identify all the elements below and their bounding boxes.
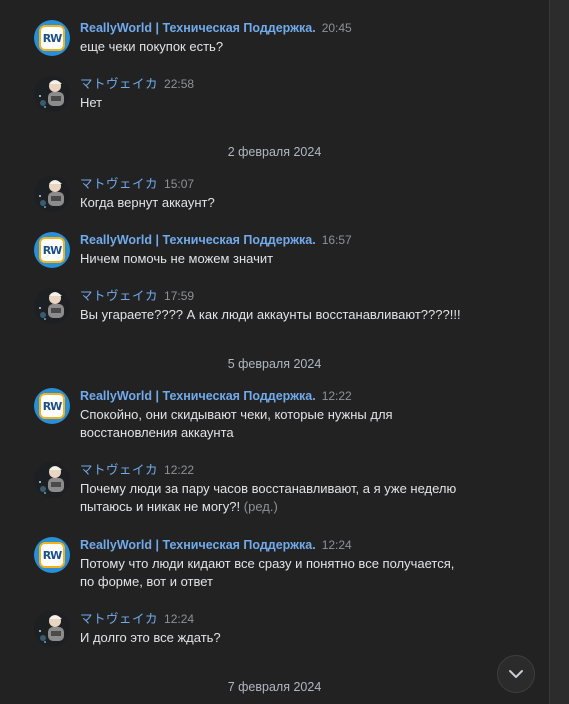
- chevron-down-icon: [509, 670, 523, 678]
- message-text-line: Потому что люди кидают все сразу и понят…: [80, 556, 455, 571]
- message-text: Когда вернут аккаунт?: [80, 195, 215, 210]
- edited-label[interactable]: (ред.): [244, 499, 278, 514]
- message-text: Ничем помочь не можем значит: [80, 251, 274, 266]
- message-time[interactable]: 15:07: [164, 177, 194, 191]
- user-avatar-image: [34, 288, 70, 324]
- user-avatar-image: [34, 611, 70, 647]
- user-avatar-image: [34, 462, 70, 498]
- user-avatar[interactable]: [34, 76, 70, 112]
- message-author[interactable]: マトヴェイカ: [80, 77, 158, 91]
- message-text: Потому что люди кидают все сразу и понят…: [80, 555, 539, 591]
- support-avatar[interactable]: RW: [34, 388, 70, 424]
- message-time[interactable]: 22:58: [164, 77, 194, 91]
- support-avatar[interactable]: RW: [34, 20, 70, 56]
- message-time[interactable]: 16:57: [322, 233, 352, 247]
- scrollbar-divider: [549, 0, 550, 704]
- user-avatar-image: [34, 176, 70, 212]
- scroll-to-bottom-button[interactable]: [497, 655, 535, 693]
- message-text: Почему люди за пару часов восстанавливаю…: [80, 480, 539, 516]
- message-text-line: Спокойно, они скидывают чеки, которые ну…: [80, 407, 393, 422]
- user-avatar[interactable]: [34, 288, 70, 324]
- message-text: Вы угараете???? А как люди аккаунты восс…: [80, 307, 461, 322]
- message-text: Спокойно, они скидывают чеки, которые ну…: [80, 406, 539, 442]
- message-time[interactable]: 12:22: [164, 463, 194, 477]
- message-author[interactable]: マトヴェイカ: [80, 177, 158, 191]
- date-separator: 7 февраля 2024: [227, 680, 322, 694]
- message-text: И долго это все ждать?: [80, 630, 221, 645]
- reallyworld-logo-icon: RW: [39, 237, 65, 263]
- message-author[interactable]: マトヴェイカ: [80, 289, 158, 303]
- message-time[interactable]: 12:24: [322, 538, 352, 552]
- message-text-line: Почему люди за пару часов восстанавливаю…: [80, 481, 457, 496]
- support-avatar[interactable]: RW: [34, 232, 70, 268]
- scrollbar[interactable]: [549, 0, 569, 704]
- reallyworld-logo-icon: RW: [39, 393, 65, 419]
- message-author[interactable]: ReallyWorld | Техническая Поддержка.: [80, 389, 316, 403]
- user-avatar[interactable]: [34, 611, 70, 647]
- message-author[interactable]: ReallyWorld | Техническая Поддержка.: [80, 538, 316, 552]
- message-text: Нет: [80, 95, 103, 110]
- message-time[interactable]: 12:22: [322, 389, 352, 403]
- support-avatar[interactable]: RW: [34, 537, 70, 573]
- message-text-line: восстановления аккаунта: [80, 425, 234, 440]
- message-author[interactable]: マトヴェイカ: [80, 612, 158, 626]
- message-text-segment: пытаюсь и никак не могу?!: [80, 499, 241, 514]
- message-time[interactable]: 12:24: [164, 612, 194, 626]
- date-separator: 2 февраля 2024: [227, 145, 322, 159]
- message-text-line: по форме, вот и ответ: [80, 574, 213, 589]
- message-author[interactable]: ReallyWorld | Техническая Поддержка.: [80, 21, 316, 35]
- user-avatar-image: [34, 76, 70, 112]
- message-author[interactable]: ReallyWorld | Техническая Поддержка.: [80, 233, 316, 247]
- reallyworld-logo-icon: RW: [39, 542, 65, 568]
- chat-history[interactable]: RW ReallyWorld | Техническая Поддержка. 2…: [0, 0, 549, 704]
- message-time[interactable]: 17:59: [164, 289, 194, 303]
- user-avatar[interactable]: [34, 176, 70, 212]
- message-author[interactable]: マトヴェイカ: [80, 463, 158, 477]
- message-text-line: пытаюсь и никак не могу?! (ред.): [80, 498, 539, 516]
- user-avatar[interactable]: [34, 462, 70, 498]
- date-separator: 5 февраля 2024: [227, 357, 322, 371]
- reallyworld-logo-icon: RW: [39, 25, 65, 51]
- message-time[interactable]: 20:45: [322, 21, 352, 35]
- message-text: еще чеки покупок есть?: [80, 39, 224, 54]
